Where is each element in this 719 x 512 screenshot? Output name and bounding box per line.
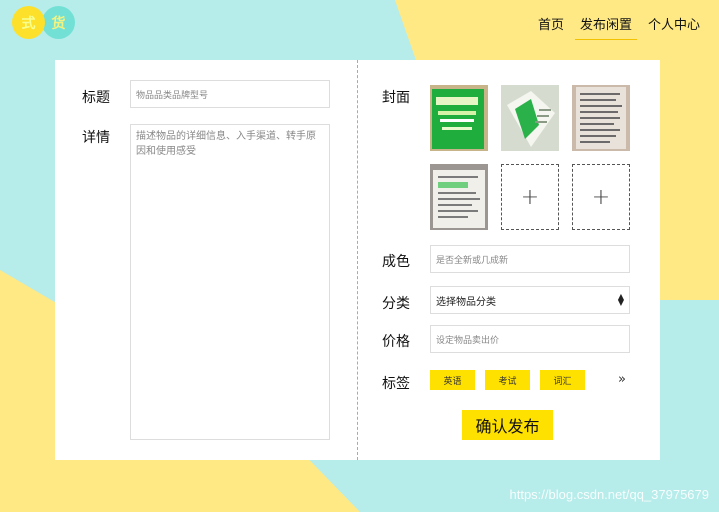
logo-circle-right: 货 <box>42 6 75 39</box>
detail-textarea[interactable]: 描述物品的详细信息、入手渠道、转手原因和使用感受 <box>130 124 330 440</box>
tag-item[interactable]: 考试 <box>485 370 530 390</box>
nav-home[interactable]: 首页 <box>533 12 569 40</box>
condition-input[interactable]: 是否全新或几成新 <box>430 245 630 273</box>
cover-photo-1[interactable] <box>430 85 488 151</box>
submit-button[interactable]: 确认发布 <box>462 410 553 440</box>
category-select-value: 选择物品分类 <box>436 296 496 308</box>
logo-circle-left: 式 <box>12 6 45 39</box>
price-label: 价格 <box>382 334 410 350</box>
upload-photo-button[interactable]: + <box>501 164 559 230</box>
logo[interactable]: 式 货 <box>12 6 78 39</box>
tags-label: 标签 <box>382 376 410 392</box>
highlighted-page-image <box>430 164 488 230</box>
category-label: 分类 <box>382 296 410 312</box>
cover-photo-3[interactable] <box>572 85 630 151</box>
tag-item[interactable]: 英语 <box>430 370 475 390</box>
nav-publish[interactable]: 发布闲置 <box>574 12 637 40</box>
publish-form-panel: 标题 物品品类品牌型号 详情 描述物品的详细信息、入手渠道、转手原因和使用感受 … <box>55 60 660 460</box>
detail-label: 详情 <box>82 130 110 146</box>
price-input[interactable]: 设定物品卖出价 <box>430 325 630 353</box>
category-select[interactable]: 选择物品分类 ▲ ▼ <box>430 286 630 314</box>
title-label: 标题 <box>82 90 110 106</box>
text-page-image <box>572 85 630 151</box>
tag-item[interactable]: 词汇 <box>540 370 585 390</box>
top-nav: 首页 发布闲置 个人中心 <box>527 12 705 40</box>
cover-photo-2[interactable] <box>501 85 559 151</box>
cover-label: 封面 <box>382 90 410 106</box>
watermark-text: https://blog.csdn.net/qq_37975679 <box>509 487 710 502</box>
column-divider <box>357 60 358 460</box>
condition-label: 成色 <box>382 254 410 270</box>
cover-photo-4[interactable] <box>430 164 488 230</box>
more-tags-icon[interactable]: » <box>618 372 626 387</box>
open-book-image <box>501 85 559 151</box>
nav-profile[interactable]: 个人中心 <box>643 12 705 40</box>
select-arrows-icon: ▲ ▼ <box>617 292 624 307</box>
book-cover-image <box>430 85 488 151</box>
upload-photo-button-2[interactable]: + <box>572 164 630 230</box>
title-input[interactable]: 物品品类品牌型号 <box>130 80 330 108</box>
